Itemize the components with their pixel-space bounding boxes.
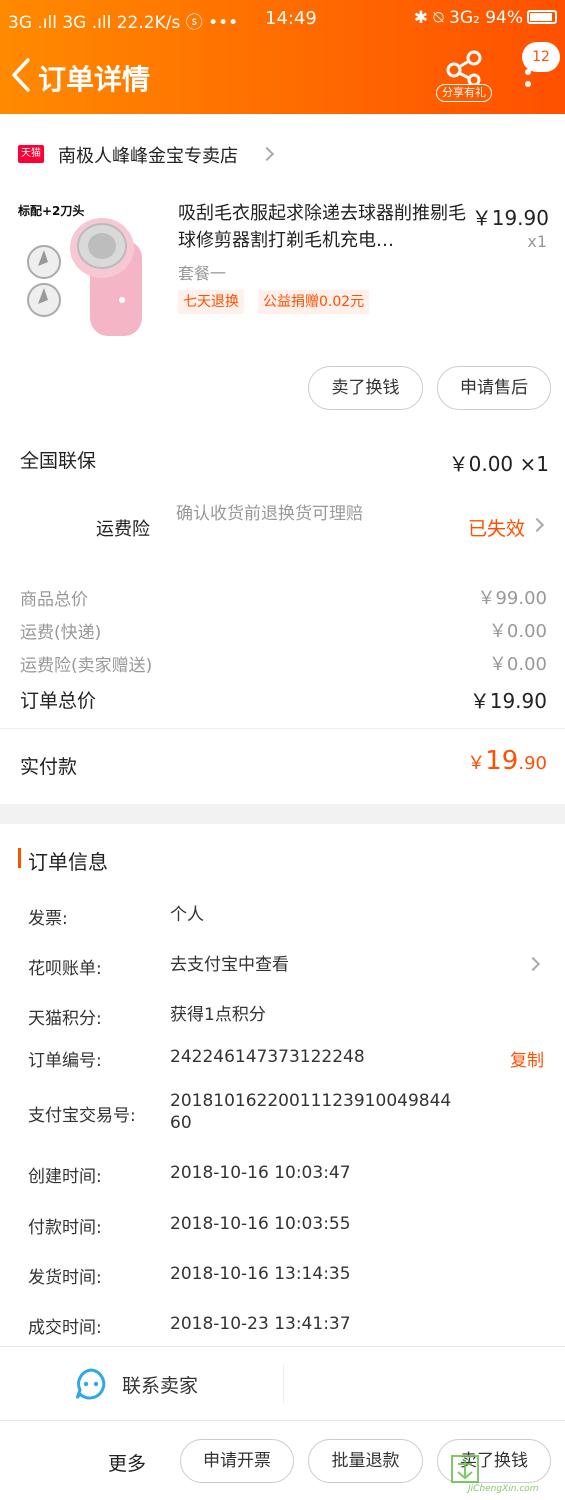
order-info-title: 订单信息 — [28, 850, 108, 874]
paid-int: 19 — [485, 746, 519, 776]
message-badge[interactable]: 12 — [522, 42, 560, 72]
status-left: 3G .ıll 3G .ıll 22.2K/s ⓢ ••• — [8, 13, 239, 33]
chevron-right-icon — [525, 956, 541, 972]
share-label: 分享有礼 — [436, 84, 492, 102]
chevron-right-icon — [529, 517, 545, 533]
invoice-button[interactable]: 申请开票 — [180, 1439, 294, 1483]
divider — [0, 728, 565, 729]
invoice-value: 个人 — [170, 905, 204, 925]
alipay-trade-label: 支付宝交易号: — [28, 1106, 136, 1126]
summary-insurance-value: ￥0.00 — [488, 654, 547, 675]
shipping-insurance-desc: 确认收货前退换货可理赔 — [176, 504, 363, 524]
share-button[interactable]: 分享有礼 — [436, 50, 492, 102]
status-right-text: ✱ ⍉ 3G₂ 94% — [413, 8, 523, 28]
shipping-insurance-label: 运费险 — [96, 519, 150, 540]
shipping-insurance-status[interactable]: 已失效 — [468, 514, 525, 541]
completed-time-label: 成交时间: — [28, 1318, 102, 1338]
product-quantity: x1 — [527, 232, 547, 251]
product-price: ￥19.90 — [471, 206, 549, 230]
batch-refund-button[interactable]: 批量退款 — [308, 1439, 423, 1483]
order-total-label: 订单总价 — [20, 690, 97, 712]
section-gap — [0, 804, 565, 824]
shipped-time-label: 发货时间: — [28, 1268, 102, 1288]
points-label: 天猫积分: — [28, 1009, 102, 1029]
order-total-value: ￥19.90 — [469, 689, 547, 713]
contact-seller-label: 联系卖家 — [122, 1375, 199, 1397]
watermark: JiChengXin.com — [450, 1452, 562, 1498]
paid-label: 实付款 — [20, 756, 78, 778]
guarantee-label: 全国联保 — [20, 450, 97, 472]
order-number-label: 订单编号: — [28, 1051, 102, 1071]
watermark-logo — [451, 1455, 479, 1483]
contact-seller-button[interactable]: 联系卖家 — [70, 1361, 270, 1407]
status-time: 14:49 — [265, 8, 317, 29]
summary-goods-value: ￥99.00 — [477, 588, 547, 609]
product-name[interactable]: 吸刮毛衣服起求除递去球器削推剔毛球修剪器割打剃毛机充电… — [178, 200, 468, 254]
sell-button[interactable]: 卖了换钱 — [308, 366, 423, 410]
paid-amount: ￥19.90 — [467, 746, 547, 776]
shipped-time-value: 2018-10-16 13:14:35 — [170, 1264, 351, 1284]
summary-goods-label: 商品总价 — [20, 590, 88, 610]
share-icon — [446, 50, 482, 84]
divider-vertical — [283, 1365, 284, 1403]
points-value: 获得1点积分 — [170, 1005, 266, 1025]
after-sales-button[interactable]: 申请售后 — [437, 366, 551, 410]
order-number-value: 242246147373122248 — [170, 1047, 365, 1067]
paid-time-label: 付款时间: — [28, 1218, 102, 1238]
lint-remover-image — [27, 218, 142, 336]
page-title: 订单详情 — [38, 63, 151, 96]
back-arrow-icon[interactable] — [8, 56, 34, 94]
top-bar: 3G .ıll 3G .ıll 22.2K/s ⓢ ••• 14:49 ✱ ⍉ … — [0, 0, 565, 114]
completed-time-value: 2018-10-23 13:41:37 — [170, 1314, 351, 1334]
summary-shipping-label: 运费(快递) — [20, 623, 102, 643]
battery-icon — [527, 10, 557, 24]
paid-dec: .90 — [518, 753, 547, 774]
created-time-label: 创建时间: — [28, 1167, 102, 1187]
alipay-trade-value: 20181016220011123910049844 60 — [170, 1091, 452, 1133]
huabei-value: 去支付宝中查看 — [170, 955, 289, 975]
copy-button[interactable]: 复制 — [510, 1046, 544, 1071]
summary-shipping-value: ￥0.00 — [488, 621, 547, 642]
store-name[interactable]: 南极人峰峰金宝专卖店 — [58, 142, 238, 168]
product-sku: 套餐一 — [178, 264, 227, 283]
tag-seven-day-return: 七天退换 — [178, 290, 244, 314]
summary-insurance-label: 运费险(卖家赠送) — [20, 656, 153, 676]
chat-bubble-icon — [75, 1368, 106, 1400]
store-row[interactable]: 天猫 南极人峰峰金宝专卖店 — [0, 128, 565, 180]
contact-bar: 联系卖家 — [0, 1346, 565, 1420]
watermark-text: JiChengXin.com — [468, 1484, 539, 1494]
product-image[interactable]: 标配+2刀头 — [14, 200, 154, 340]
chevron-right-icon — [259, 146, 275, 162]
tag-charity: 公益捐赠0.02元 — [258, 290, 370, 314]
more-button[interactable]: 更多 — [108, 1449, 146, 1476]
status-right: ✱ ⍉ 3G₂ 94% — [414, 8, 557, 28]
status-bar: 3G .ıll 3G .ıll 22.2K/s ⓢ ••• 14:49 ✱ ⍉ … — [8, 8, 557, 33]
order-info-accent — [18, 848, 21, 868]
created-time-value: 2018-10-16 10:03:47 — [170, 1163, 351, 1183]
tmall-badge: 天猫 — [18, 145, 44, 163]
guarantee-value: ￥0.00 ×1 — [448, 452, 549, 476]
paid-time-value: 2018-10-16 10:03:55 — [170, 1214, 351, 1234]
huabei-label: 花呗账单: — [28, 959, 102, 979]
invoice-label: 发票: — [28, 909, 68, 929]
product-row[interactable]: 标配+2刀头 吸刮毛衣服起求除递去球器削推剔毛球修剪器割打剃毛机充电… ￥19.… — [0, 190, 565, 350]
paid-symbol: ￥ — [467, 753, 486, 774]
huabei-row[interactable]: 花呗账单: 去支付宝中查看 — [0, 944, 565, 988]
